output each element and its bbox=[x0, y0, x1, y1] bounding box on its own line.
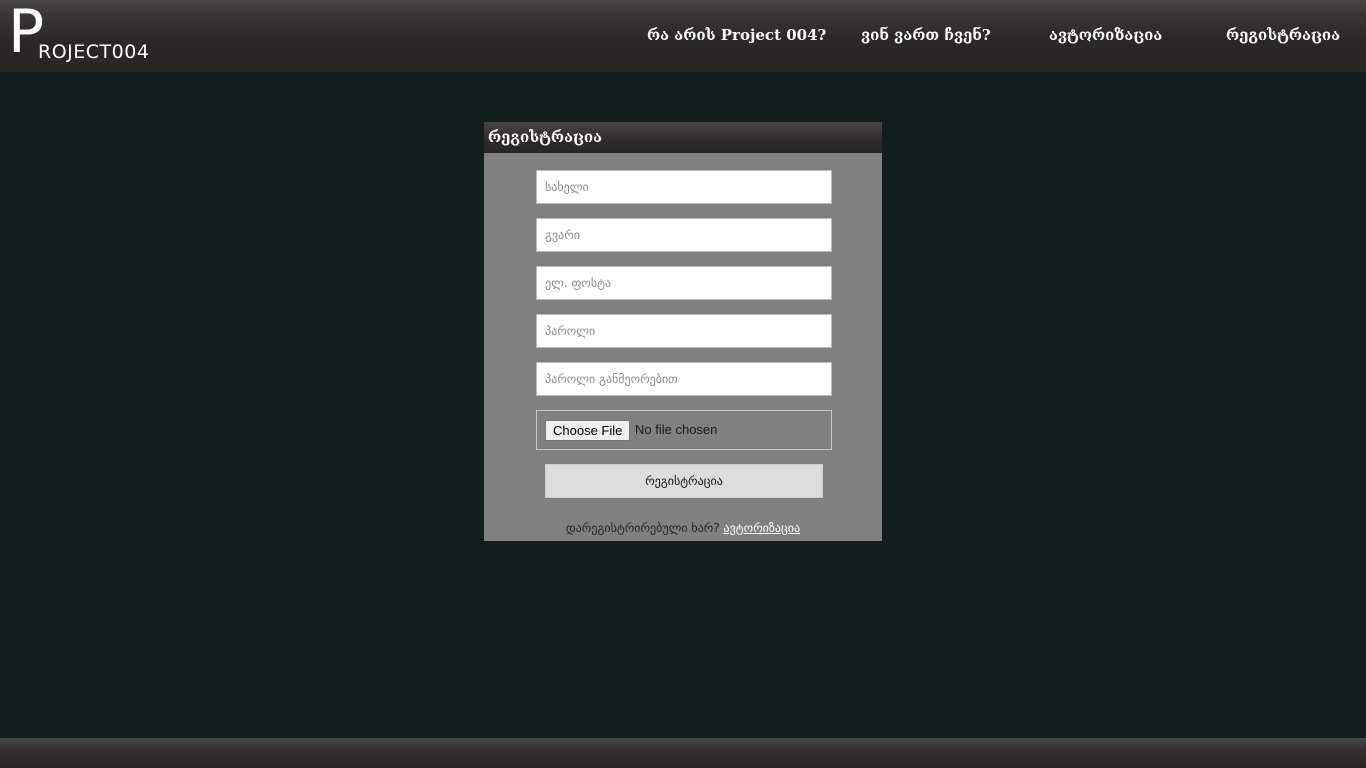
last-name-input[interactable] bbox=[536, 218, 832, 252]
avatar-file-picker: Choose File No file chosen bbox=[536, 410, 832, 450]
first-name-input[interactable] bbox=[536, 170, 832, 204]
registration-title: რეგისტრაცია bbox=[488, 128, 603, 146]
registration-panel: რეგისტრაცია Choose File No file chosen რ… bbox=[484, 122, 882, 541]
site-header: P ROJECT004 რა არის Project 004? ვინ ვარ… bbox=[0, 0, 1366, 72]
password-repeat-input[interactable] bbox=[536, 362, 832, 396]
nav-item-login[interactable]: ავტორიზაცია bbox=[1049, 26, 1162, 44]
login-prompt: დარეგისტრირებული ხარ? ავტორიზაცია bbox=[484, 521, 882, 535]
site-footer-bar bbox=[0, 738, 1366, 768]
nav-item-who-we-are[interactable]: ვინ ვართ ჩვენ? bbox=[861, 26, 991, 44]
choose-file-button[interactable]: Choose File bbox=[545, 420, 631, 441]
login-prompt-text: დარეგისტრირებული ხარ? bbox=[565, 521, 720, 535]
nav-item-about[interactable]: რა არის Project 004? bbox=[647, 26, 826, 44]
file-status-text: No file chosen bbox=[635, 422, 718, 437]
registration-panel-header: რეგისტრაცია bbox=[484, 122, 882, 153]
register-submit-button[interactable]: რეგისტრაცია bbox=[545, 464, 823, 498]
nav-item-register[interactable]: რეგისტრაცია bbox=[1226, 26, 1340, 44]
password-input[interactable] bbox=[536, 314, 832, 348]
email-input[interactable] bbox=[536, 266, 832, 300]
login-link[interactable]: ავტორიზაცია bbox=[724, 521, 801, 535]
logo-text: ROJECT004 bbox=[38, 41, 150, 63]
